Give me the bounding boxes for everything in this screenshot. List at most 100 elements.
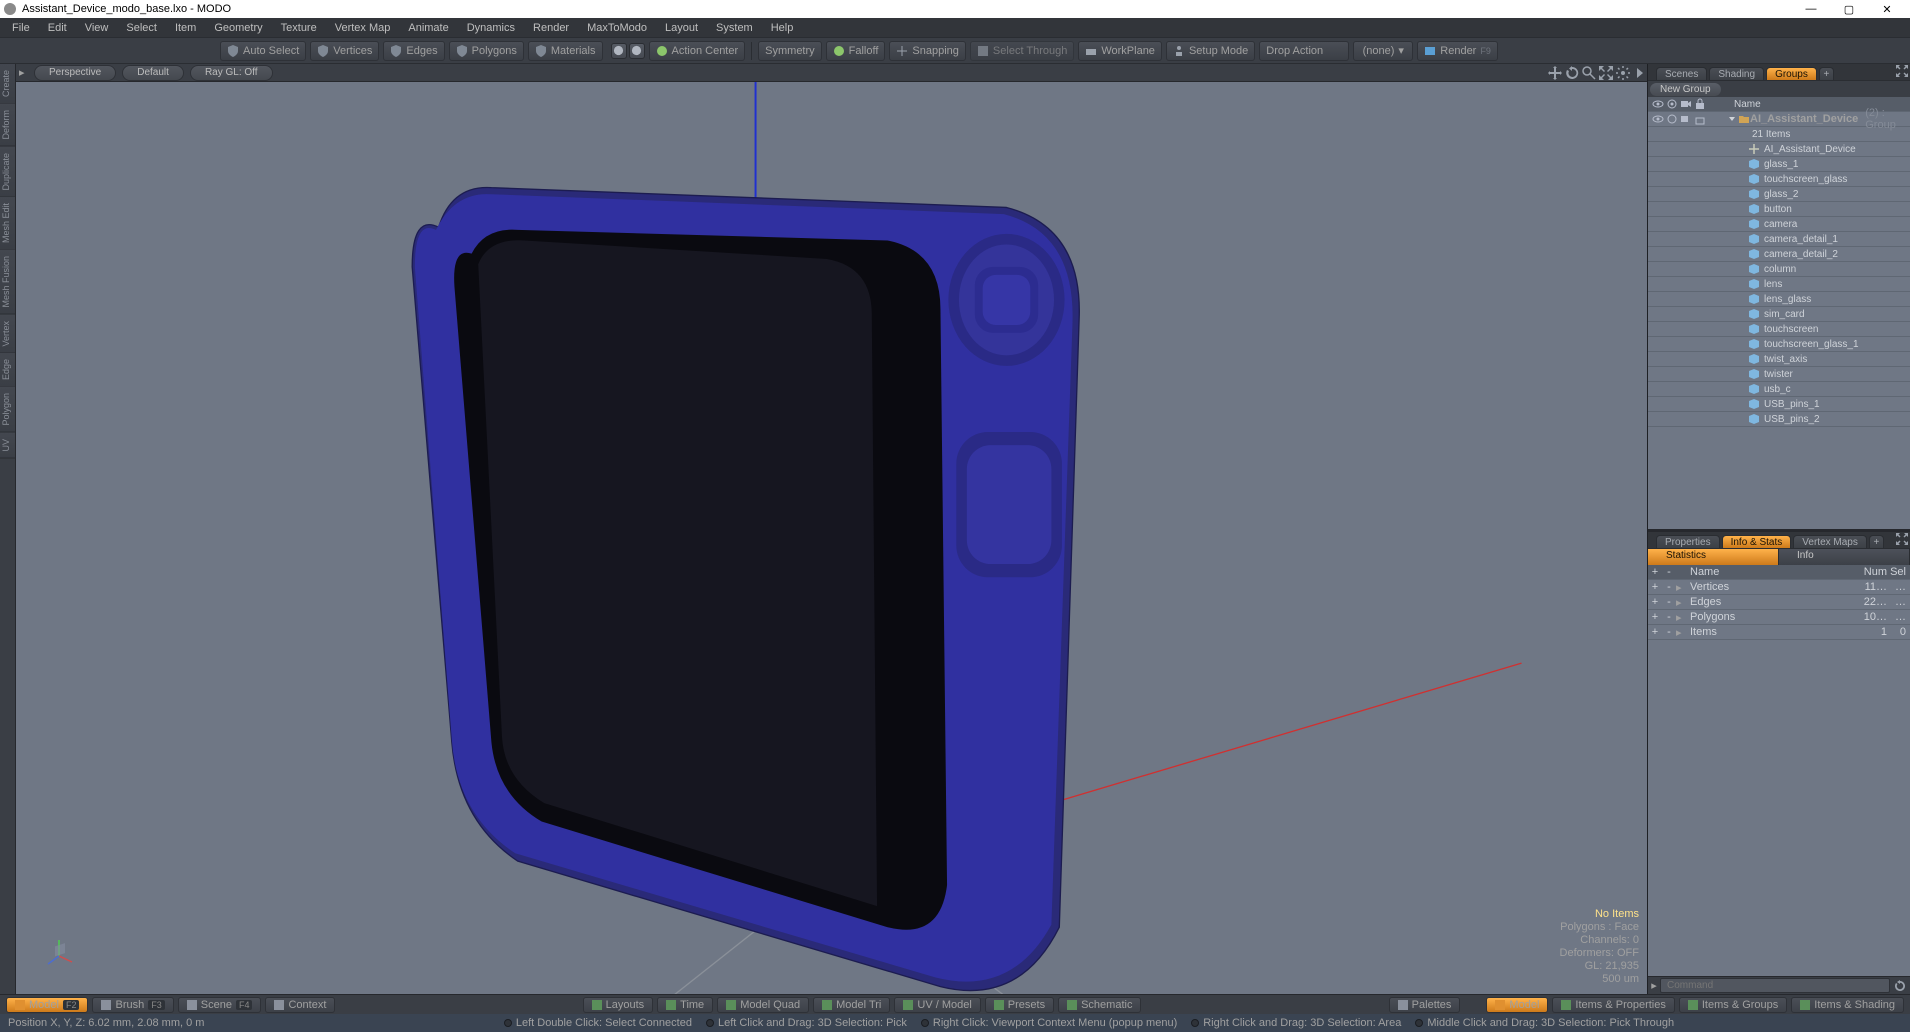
item-row[interactable]: camera_detail_2 [1648,247,1910,262]
move-icon[interactable] [1548,66,1562,80]
layout-btn-time[interactable]: Time [657,997,713,1013]
left-tab-polygon[interactable]: Polygon [0,387,15,433]
menu-render[interactable]: Render [525,20,577,36]
materials-button[interactable]: Materials [528,41,603,61]
viewport-view-tab[interactable]: Perspective [34,65,116,81]
stats-caret[interactable]: ▸ [1676,626,1690,639]
drop-action-button[interactable]: Drop Action [1259,41,1349,61]
left-tab-vertex[interactable]: Vertex [0,315,15,354]
item-row[interactable]: USB_pins_1 [1648,397,1910,412]
stats-row[interactable]: +-▸Polygons10…… [1648,610,1910,625]
stats-header-name[interactable]: Name [1690,566,1862,578]
item-row[interactable]: touchscreen [1648,322,1910,337]
item-row[interactable]: button [1648,202,1910,217]
item-row[interactable]: column [1648,262,1910,277]
stats-plus[interactable]: + [1648,626,1662,638]
left-tab-edge[interactable]: Edge [0,353,15,387]
layout-btn-model[interactable]: ModelF2 [6,997,88,1013]
solo-header-icon[interactable] [1666,98,1678,110]
item-row[interactable]: usb_c [1648,382,1910,397]
viewport-next-icon[interactable] [1633,66,1647,80]
menu-layout[interactable]: Layout [657,20,706,36]
menu-vertex-map[interactable]: Vertex Map [327,20,399,36]
item-row[interactable]: camera [1648,217,1910,232]
layout-btn-context[interactable]: Context [265,997,335,1013]
tab-shading[interactable]: Shading [1709,67,1764,80]
layout-btn-presets[interactable]: Presets [985,997,1054,1013]
tab-groups[interactable]: Groups [1766,67,1817,80]
render-button[interactable]: Render F9 [1417,41,1498,61]
menu-view[interactable]: View [77,20,117,36]
menu-animate[interactable]: Animate [400,20,456,36]
layout-btn-schematic[interactable]: Schematic [1058,997,1141,1013]
layout-btn-brush[interactable]: BrushF3 [92,997,173,1013]
symmetry-button[interactable]: Symmetry [758,41,822,61]
menu-select[interactable]: Select [118,20,165,36]
item-row[interactable]: touchscreen_glass_1 [1648,337,1910,352]
panel-maximize-icon[interactable] [1896,65,1908,77]
stats-plus[interactable]: + [1648,611,1662,623]
eye-icon[interactable] [1652,113,1664,125]
layout-btn-model-quad[interactable]: Model Quad [717,997,809,1013]
subtab-statistics[interactable]: Statistics [1648,549,1779,565]
item-row[interactable]: camera_detail_1 [1648,232,1910,247]
item-row[interactable]: twist_axis [1648,352,1910,367]
auto-select-button[interactable]: Auto Select [220,41,306,61]
left-tab-uv[interactable]: UV [0,433,15,459]
layout-btn-model[interactable]: Model [1486,997,1548,1013]
3d-viewport[interactable]: No Items Polygons : Face Channels: 0 Def… [16,82,1647,994]
group-row[interactable]: AI_Assistant_Device(2) : Group [1648,112,1910,127]
cam-header-icon[interactable] [1680,98,1692,110]
vertices-button[interactable]: Vertices [310,41,379,61]
workplane-button[interactable]: WorkPlane [1078,41,1162,61]
setup-mode-button[interactable]: Setup Mode [1166,41,1255,61]
viewport-settings-icon[interactable] [1616,66,1630,80]
item-row[interactable]: USB_pins_2 [1648,412,1910,427]
item-row[interactable]: glass_2 [1648,187,1910,202]
left-tab-create[interactable]: Create [0,64,15,104]
menu-edit[interactable]: Edit [40,20,75,36]
item-row[interactable]: twister [1648,367,1910,382]
stats-caret[interactable]: ▸ [1676,581,1690,594]
subtab-info[interactable]: Info [1779,549,1910,565]
expand-caret-icon[interactable] [1728,115,1736,123]
menu-texture[interactable]: Texture [273,20,325,36]
layout-btn-uv-model[interactable]: UV / Model [894,997,980,1013]
item-row[interactable]: touchscreen_glass [1648,172,1910,187]
new-group-button[interactable]: New Group [1650,83,1721,96]
layout-btn-palettes[interactable]: Palettes [1389,997,1461,1013]
menu-item[interactable]: Item [167,20,204,36]
lock-header-icon[interactable] [1694,98,1706,110]
viewport-raygl-tab[interactable]: Ray GL: Off [190,65,273,81]
snapping-button[interactable]: Snapping [889,41,966,61]
stats-row[interactable]: +-▸Edges22…… [1648,595,1910,610]
left-tab-duplicate[interactable]: Duplicate [0,147,15,198]
stats-row[interactable]: +-▸Items10 [1648,625,1910,640]
stats-minus[interactable]: - [1662,611,1676,623]
left-tab-mesh-fusion[interactable]: Mesh Fusion [0,250,15,315]
menu-maxtomodo[interactable]: MaxToModo [579,20,655,36]
left-tab-deform[interactable]: Deform [0,104,15,147]
viewport-axis-gizmo[interactable] [44,936,74,966]
panel-maximize-icon-2[interactable] [1896,533,1908,545]
item-row[interactable]: lens_glass [1648,292,1910,307]
item-row[interactable]: glass_1 [1648,157,1910,172]
cam-icon[interactable] [1680,113,1692,125]
viewport-shading-tab[interactable]: Default [122,65,184,81]
zoom-icon[interactable] [1582,66,1596,80]
edges-button[interactable]: Edges [383,41,444,61]
rotate-icon[interactable] [1565,66,1579,80]
tab-add-button-2[interactable]: + [1869,535,1884,548]
select-through-button[interactable]: Select Through [970,41,1074,61]
layout-btn-items-groups[interactable]: Items & Groups [1679,997,1787,1013]
stats-caret[interactable]: ▸ [1676,611,1690,624]
stats-header-sel[interactable]: Sel [1890,566,1910,578]
lock-icon[interactable] [1694,113,1706,125]
stats-minus[interactable]: - [1662,626,1676,638]
layout-btn-items-shading[interactable]: Items & Shading [1791,997,1904,1013]
menu-file[interactable]: File [4,20,38,36]
layout-btn-layouts[interactable]: Layouts [583,997,654,1013]
stats-caret[interactable]: ▸ [1676,596,1690,609]
drop-action-dropdown[interactable]: (none)▾ [1353,41,1413,61]
menu-help[interactable]: Help [763,20,802,36]
